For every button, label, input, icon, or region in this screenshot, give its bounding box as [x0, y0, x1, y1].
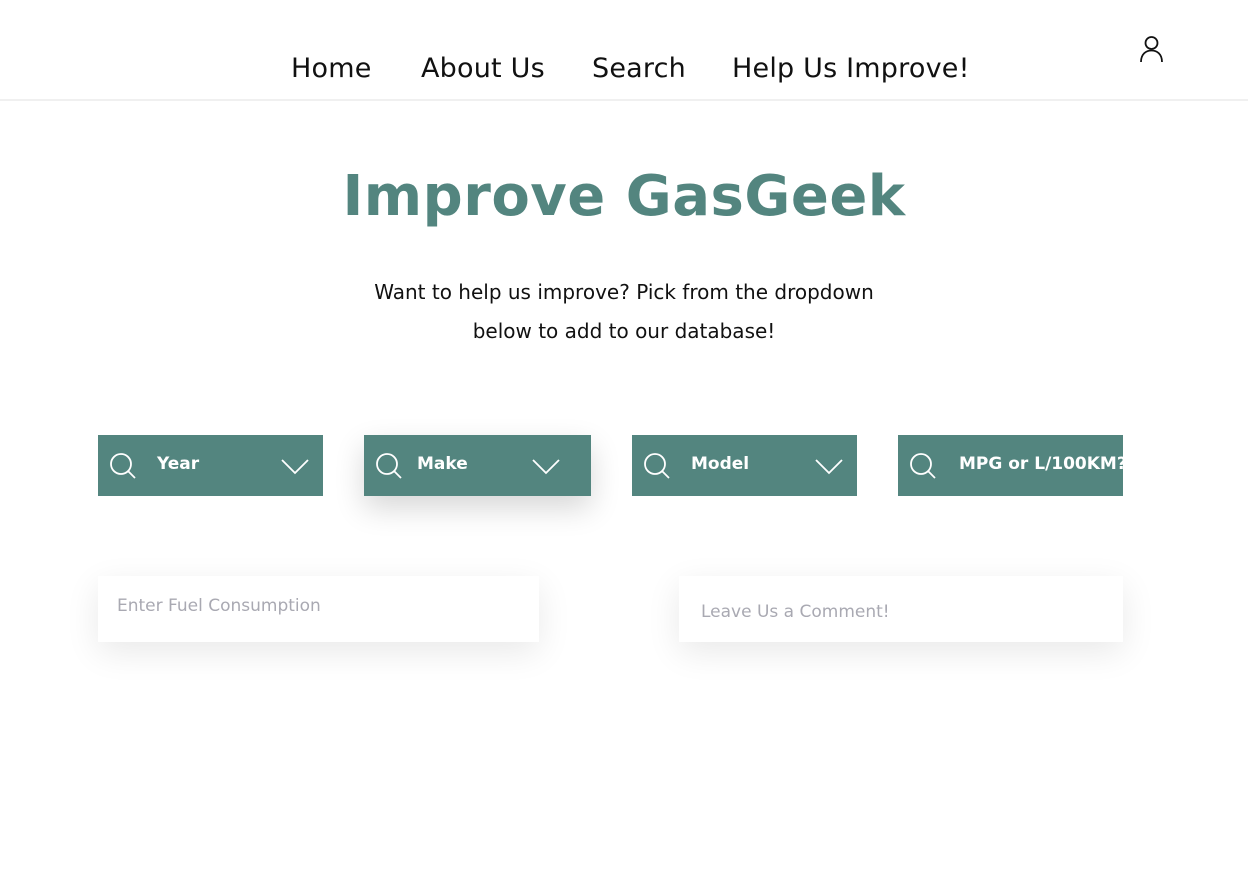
intro-text-line-2: below to add to our database!	[472, 319, 776, 343]
user-icon[interactable]	[1139, 35, 1164, 63]
comment-input[interactable]	[679, 576, 1123, 642]
nav-home-link[interactable]: Home	[291, 53, 372, 84]
year-dropdown[interactable]: Year	[98, 435, 323, 496]
page: Home About Us Search Help Us Improve! Im…	[0, 0, 1248, 882]
chevron-down-icon	[281, 459, 309, 475]
nav-about-us-link[interactable]: About Us	[421, 53, 545, 84]
site-header: Home About Us Search Help Us Improve!	[0, 0, 1248, 101]
unit-dropdown-label: MPG or L/100KM?	[959, 454, 1127, 474]
search-icon	[910, 453, 936, 479]
search-icon	[110, 453, 136, 479]
year-dropdown-label: Year	[157, 454, 200, 474]
search-icon	[644, 453, 670, 479]
unit-dropdown[interactable]: MPG or L/100KM?	[898, 435, 1127, 496]
fuel-consumption-input[interactable]	[98, 576, 539, 642]
search-icon	[376, 453, 402, 479]
nav-help-us-improve-link[interactable]: Help Us Improve!	[732, 53, 970, 84]
make-dropdown[interactable]: Make	[364, 435, 591, 496]
model-dropdown-label: Model	[691, 454, 750, 474]
nav-search-link[interactable]: Search	[592, 53, 686, 84]
model-dropdown[interactable]: Model	[632, 435, 857, 496]
page-title: Improve GasGeek	[342, 164, 906, 229]
make-dropdown-label: Make	[417, 454, 468, 474]
intro-text-line-1: Want to help us improve? Pick from the d…	[374, 280, 874, 304]
chevron-down-icon	[532, 459, 560, 475]
chevron-down-icon	[815, 459, 843, 475]
